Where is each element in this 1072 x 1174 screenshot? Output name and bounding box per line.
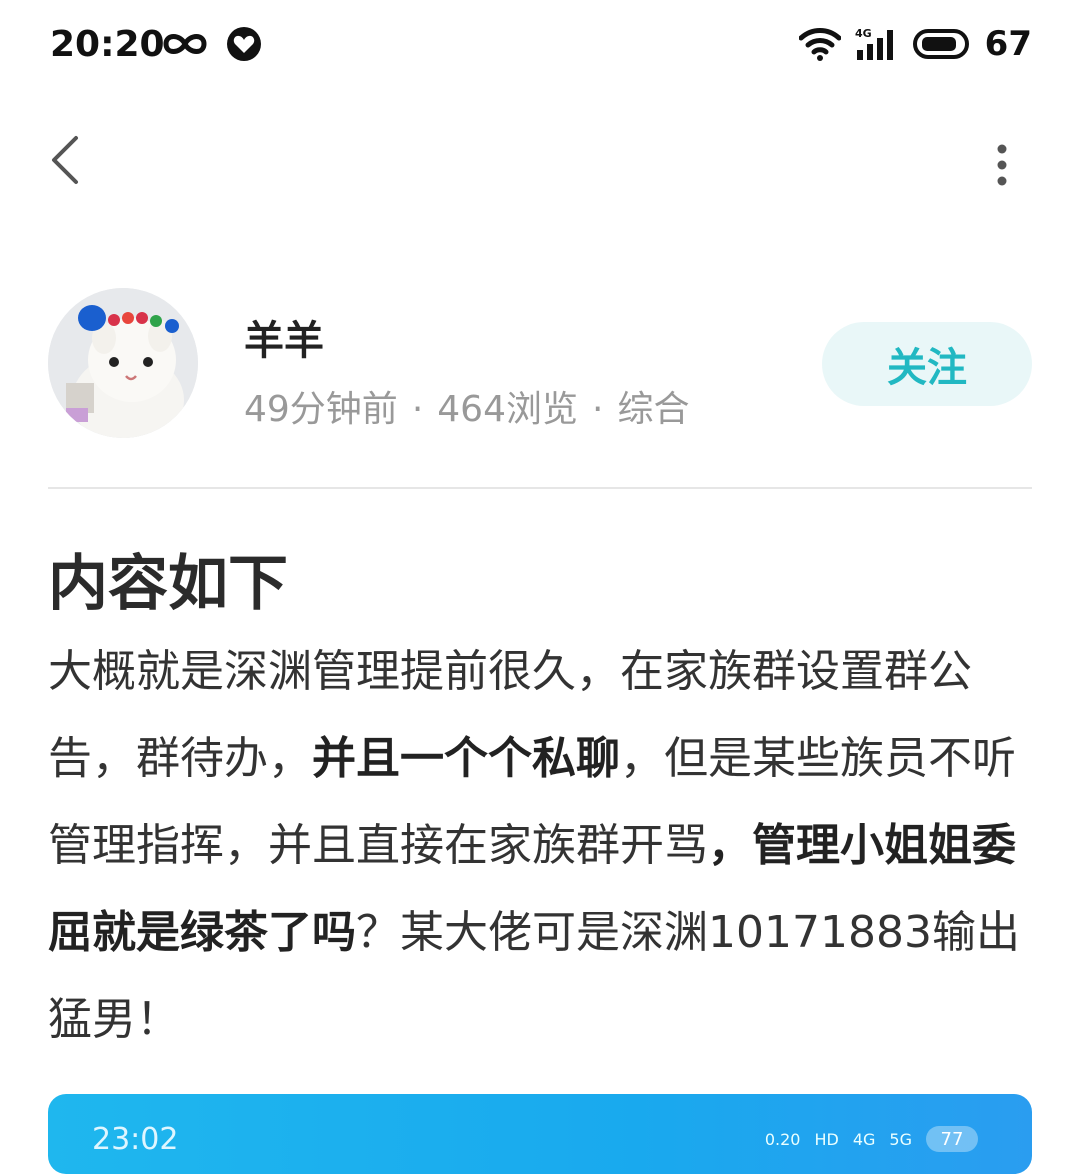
wifi-icon	[798, 28, 841, 61]
avatar[interactable]	[48, 288, 198, 438]
post-title: 内容如下	[48, 549, 288, 619]
divider	[48, 487, 1032, 489]
alpaca-avatar-icon	[48, 288, 198, 438]
post-category[interactable]: 综合	[617, 389, 689, 430]
svg-text:4G: 4G	[855, 27, 872, 40]
author-name[interactable]: 羊羊	[244, 308, 324, 366]
image-status-icons: 0.20 HD 4G 5G 77	[765, 1126, 978, 1152]
battery-level: 67	[984, 24, 1032, 64]
post-body-bold-segment: 并且一个个私聊	[312, 733, 620, 784]
battery-icon	[912, 29, 969, 59]
heart-badge-icon	[227, 27, 261, 61]
image-battery: 77	[926, 1126, 978, 1152]
meta-separator: ·	[411, 389, 424, 430]
signal-4g-icon: 4G	[855, 27, 893, 60]
view-count: 464浏览	[437, 389, 578, 430]
post-time: 49分钟前	[244, 389, 398, 430]
status-bar: 20:20 4G 67	[0, 0, 1072, 90]
infinity-icon	[163, 34, 207, 54]
back-button[interactable]	[40, 130, 100, 190]
more-options-button[interactable]	[982, 140, 1022, 190]
chevron-left-icon	[52, 136, 78, 184]
status-time: 20:20	[50, 24, 165, 65]
meta-separator: ·	[591, 389, 604, 430]
follow-button[interactable]: 关注	[822, 322, 1032, 406]
post-body: 大概就是深渊管理提前很久，在家族群设置群公告，群待办，并且一个个私聊，但是某些族…	[48, 628, 1032, 1063]
post-meta: 49分钟前 · 464浏览 · 综合	[244, 380, 689, 432]
attached-screenshot-image[interactable]: 23:02 0.20 HD 4G 5G 77	[48, 1094, 1032, 1174]
image-status-time: 23:02	[92, 1122, 179, 1157]
more-vertical-icon	[997, 144, 1007, 186]
author-row: 羊羊 49分钟前 · 464浏览 · 综合 关注	[48, 288, 1032, 440]
nav-bar	[0, 110, 1072, 210]
